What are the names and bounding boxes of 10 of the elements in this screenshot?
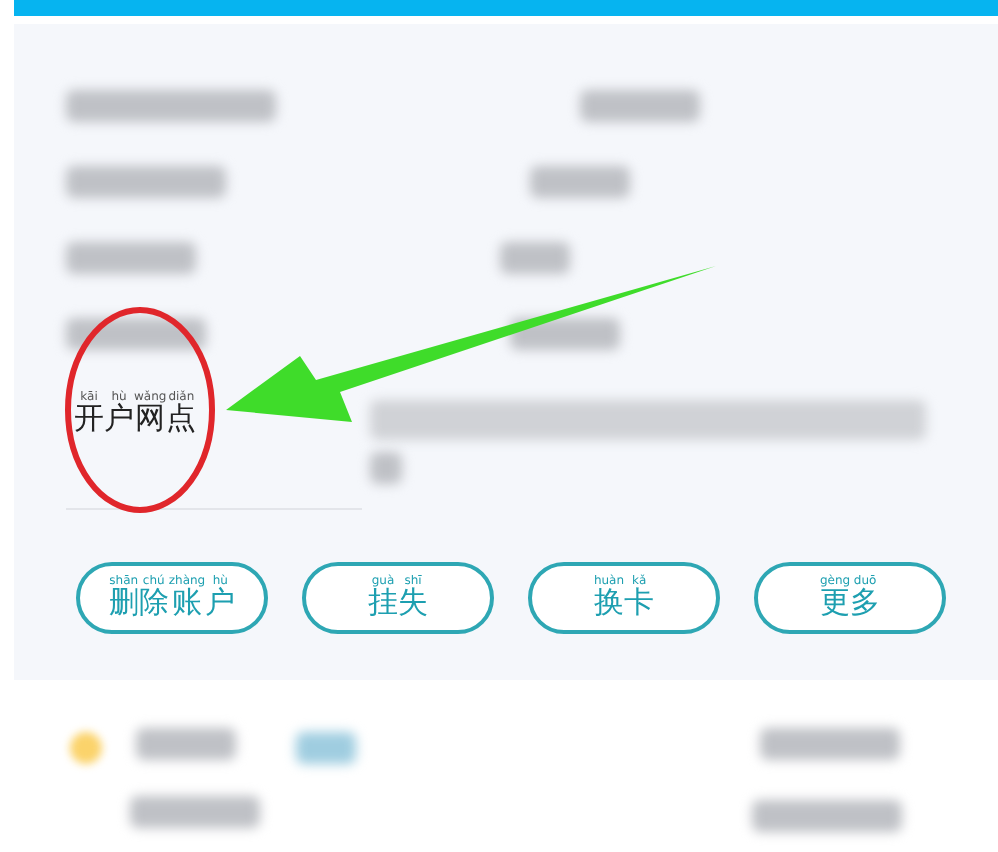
blurred-text	[530, 166, 630, 198]
blurred-text	[136, 728, 236, 760]
blurred-text	[66, 242, 196, 274]
blurred-text	[760, 728, 900, 760]
blurred-text	[580, 90, 700, 122]
blurred-dot	[70, 732, 102, 764]
blurred-text	[130, 796, 260, 828]
blurred-tag	[296, 732, 356, 764]
blurred-text	[500, 242, 570, 274]
blurred-text	[370, 452, 402, 484]
